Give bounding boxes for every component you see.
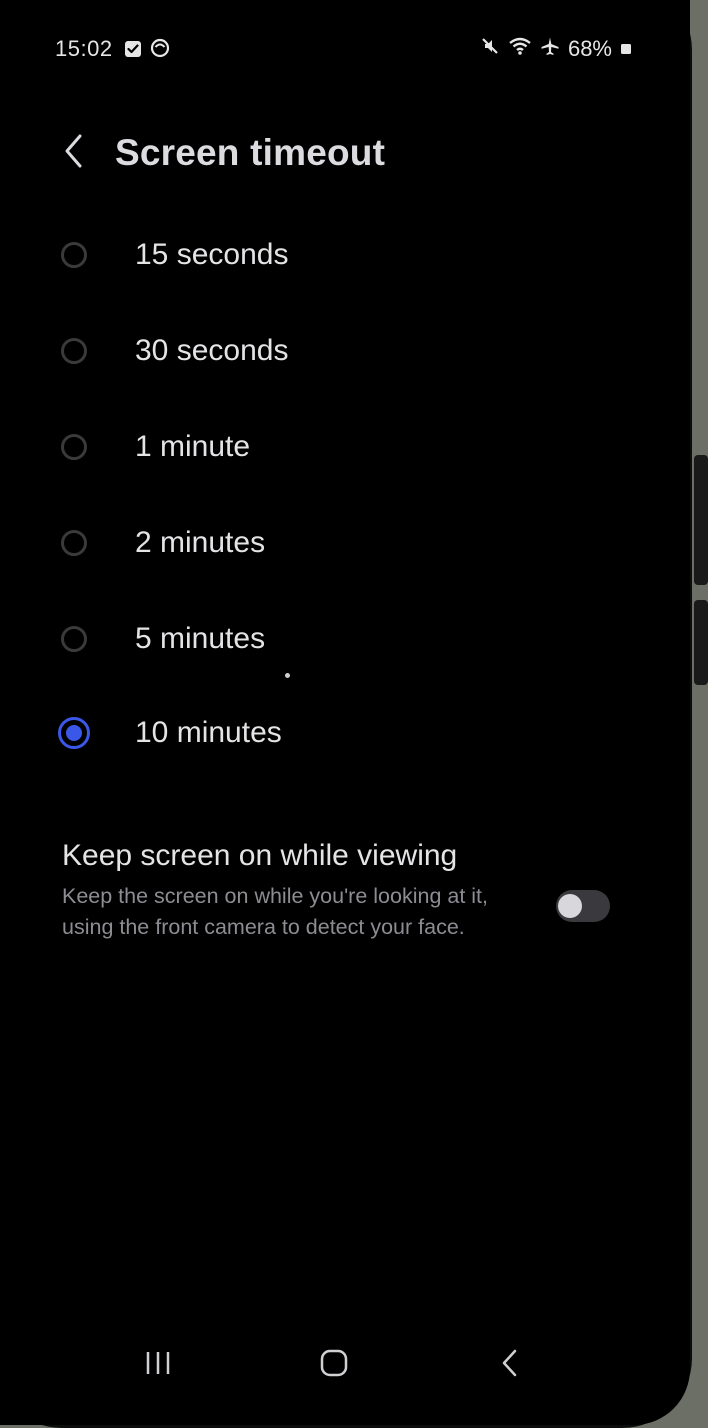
keep-screen-on-title: Keep screen on while viewing [62,839,458,872]
battery-icon [620,36,632,62]
page-title: Screen timeout [115,132,386,173]
toggle-knob [558,894,582,918]
mute-icon [480,36,500,62]
option-label: 1 minute [135,430,251,463]
device-side-button [694,455,708,585]
airplane-icon [540,36,560,62]
option-5-minutes[interactable]: 5 minutes [40,599,640,679]
radio-button[interactable] [61,338,87,364]
device-side-button-lower [694,600,708,685]
home-icon [319,1348,349,1383]
option-label: 2 minutes [135,526,266,559]
chevron-left-icon [63,133,85,174]
option-label: 10 minutes [135,716,282,749]
status-icons-left [124,38,170,64]
circle-app-icon [150,38,170,64]
option-label: 15 seconds [135,238,289,271]
wifi-icon [508,36,532,62]
keep-screen-on-description: Keep the screen on while you're looking … [62,884,489,939]
header: Screen timeout [0,120,690,190]
back-icon [499,1348,521,1383]
option-2-minutes[interactable]: 2 minutes [40,503,640,583]
keep-screen-on-toggle[interactable] [556,890,610,922]
status-time: 15:02 [55,36,113,61]
navigation-bar [0,1330,690,1400]
status-bar: 15:02 68% [0,28,690,68]
screen: 15:02 68% Screen timeout 15 seconds 30 s… [0,0,690,1425]
nav-back-button[interactable] [480,1340,540,1390]
checkbox-notification-icon [124,38,142,64]
option-label: 30 seconds [135,334,289,367]
option-1-minute[interactable]: 1 minute [40,407,640,487]
radio-button[interactable] [61,242,87,268]
option-10-minutes[interactable]: 10 minutes [40,693,640,773]
radio-button[interactable] [61,626,87,652]
option-30-seconds[interactable]: 30 seconds [40,311,640,391]
option-label: 5 minutes [135,622,266,655]
status-icons-right: 68% [480,36,632,62]
home-button[interactable] [304,1340,364,1390]
radio-button[interactable] [61,434,87,460]
screen-dot [285,673,290,678]
radio-button-selected[interactable] [58,717,90,749]
option-15-seconds[interactable]: 15 seconds [40,215,640,295]
back-button[interactable] [52,128,96,178]
radio-button[interactable] [61,530,87,556]
recents-icon [143,1349,173,1382]
keep-screen-on-setting[interactable]: Keep screen on while viewing Keep the sc… [0,835,690,985]
recents-button[interactable] [128,1340,188,1390]
battery-percentage: 68% [567,36,612,61]
